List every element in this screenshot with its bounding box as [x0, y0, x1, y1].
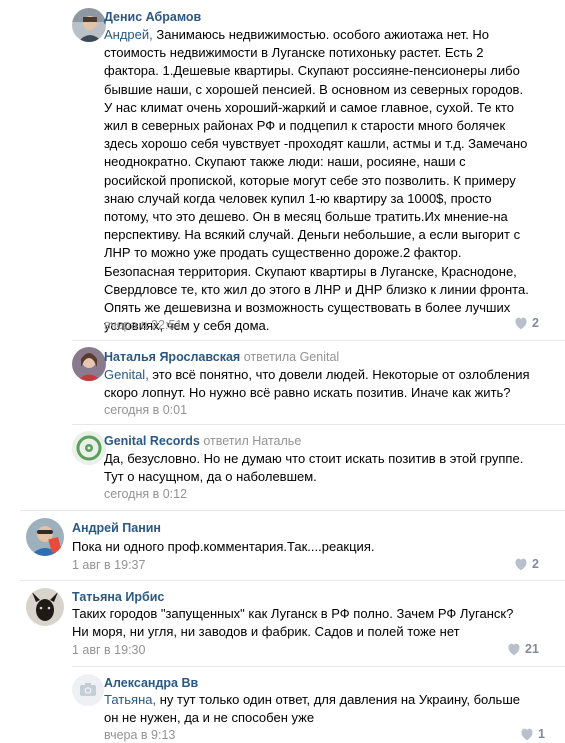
divider	[72, 666, 565, 667]
reply-to-label[interactable]: ответил Наталье	[203, 434, 301, 448]
avatar-photo-icon	[72, 347, 106, 381]
author-name[interactable]: Денис Абрамов	[104, 10, 201, 24]
comment-author[interactable]: Татьяна Ирбис	[72, 589, 164, 605]
comment-text: Genital, это всё понятно, что довели люд…	[104, 366, 554, 402]
avatar-photo-icon	[72, 8, 106, 42]
avatar-photo-icon	[26, 518, 64, 556]
comment-body: это всё понятно, что довели людей. Некот…	[104, 367, 530, 401]
comment-text: Андрей, Занимаюсь недвижимостью. особого…	[104, 26, 554, 335]
heart-icon	[508, 643, 520, 655]
heart-icon	[515, 317, 527, 329]
divider	[72, 424, 565, 425]
divider	[20, 510, 565, 511]
like-count: 1	[538, 727, 545, 741]
comment-body: Пока ни одного проф.комментария.Так....р…	[72, 539, 375, 554]
like-count: 2	[532, 557, 539, 571]
avatar[interactable]	[26, 588, 64, 626]
comment-body: ну тут только один ответ, для давления н…	[104, 692, 520, 726]
like-button[interactable]: 2	[514, 316, 539, 330]
author-name[interactable]: Татьяна Ирбис	[72, 590, 164, 604]
comment-body: Да, безусловно. Но не думаю что стоит ис…	[104, 451, 524, 485]
comments-thread: Денис Абрамов Андрей, Занимаюсь недвижим…	[0, 0, 565, 742]
comment-time[interactable]: сегодня в 0:01	[104, 402, 187, 418]
avatar[interactable]	[72, 347, 106, 381]
author-name[interactable]: Александра Вв	[104, 676, 198, 690]
author-name[interactable]: Андрей Панин	[72, 521, 161, 535]
comment-time[interactable]: вчера в 22:51	[104, 317, 182, 333]
comment-author[interactable]: Александра Вв	[104, 675, 198, 691]
comment-author: Наталья Ярославская ответила Genital	[104, 349, 339, 365]
heart-icon	[515, 558, 527, 570]
comment-text: Таких городов "запущенных" как Луганск в…	[72, 605, 557, 641]
divider	[72, 340, 565, 341]
comment-text: Да, безусловно. Но не думаю что стоит ис…	[104, 450, 554, 486]
like-count: 2	[532, 316, 539, 330]
comment-time[interactable]: сегодня в 0:12	[104, 486, 187, 502]
author-name[interactable]: Genital Records	[104, 434, 200, 448]
avatar[interactable]	[72, 674, 104, 706]
like-button[interactable]: 1	[520, 727, 545, 741]
comment-time[interactable]: 1 авг в 19:30	[72, 642, 145, 658]
avatar[interactable]	[26, 518, 64, 556]
comment-body: Занимаюсь недвижимостью. особого ажиотаж…	[104, 27, 529, 334]
comment-author[interactable]: Андрей Панин	[72, 520, 161, 536]
reply-to-label[interactable]: ответила Genital	[244, 350, 339, 364]
reply-address[interactable]: Татьяна,	[104, 692, 156, 707]
like-button[interactable]: 21	[507, 642, 539, 656]
avatar[interactable]	[72, 8, 106, 42]
reply-address[interactable]: Андрей,	[104, 27, 153, 42]
comment-author[interactable]: Денис Абрамов	[104, 9, 201, 25]
comment-text: Пока ни одного проф.комментария.Так....р…	[72, 538, 552, 556]
heart-icon	[521, 728, 533, 740]
avatar[interactable]	[72, 431, 106, 465]
comment-author: Genital Records ответил Наталье	[104, 433, 301, 449]
comment-body: Таких городов "запущенных" как Луганск в…	[72, 606, 514, 640]
like-count: 21	[525, 642, 539, 656]
comment-text: Татьяна, ну тут только один ответ, для д…	[104, 691, 554, 727]
record-logo-icon	[72, 431, 106, 465]
divider	[20, 580, 565, 581]
like-button[interactable]: 2	[514, 557, 539, 571]
dog-avatar-icon	[26, 588, 64, 626]
author-name[interactable]: Наталья Ярославская	[104, 350, 240, 364]
camera-icon	[72, 674, 104, 706]
comment-time[interactable]: 1 авг в 19:37	[72, 557, 145, 573]
reply-address[interactable]: Genital,	[104, 367, 149, 382]
